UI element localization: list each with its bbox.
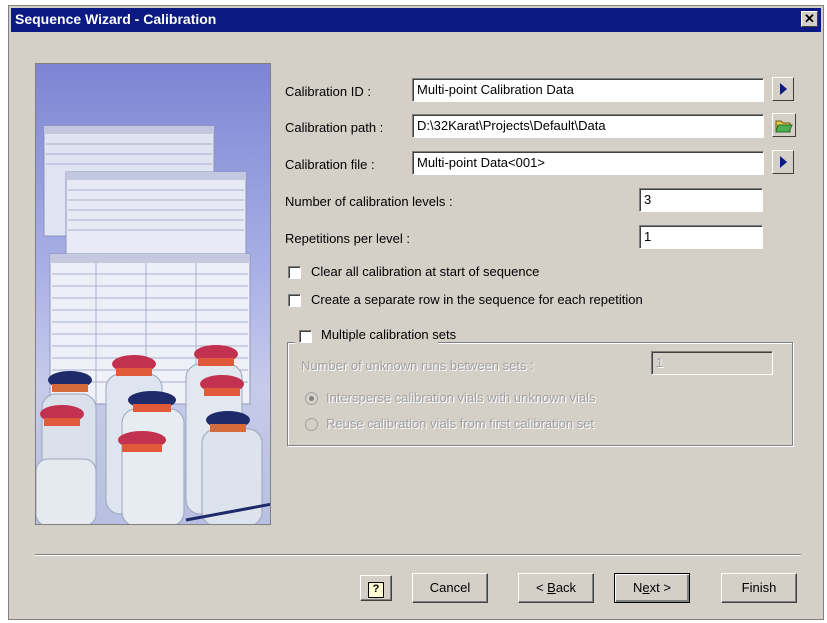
clear-all-label: Clear all calibration at start of sequen…: [311, 264, 540, 279]
repetitions-field[interactable]: 1: [639, 225, 763, 249]
arrow-right-icon: [780, 83, 787, 95]
calibration-id-browse-button[interactable]: [772, 77, 794, 101]
wizard-window: Sequence Wizard - Calibration ✕ Calibrat…: [8, 5, 824, 620]
window-title: Sequence Wizard - Calibration: [15, 11, 217, 27]
arrow-right-icon: [780, 156, 787, 168]
calibration-file-field[interactable]: Multi-point Data<001>: [412, 151, 764, 175]
close-button[interactable]: ✕: [801, 11, 818, 27]
calibration-path-field[interactable]: D:\32Karat\Projects\Default\Data: [412, 114, 764, 138]
next-mnemonic: e: [642, 580, 650, 595]
reuse-radio[interactable]: [305, 418, 318, 431]
wizard-illustration: [35, 63, 271, 525]
calibration-levels-field[interactable]: 3: [639, 188, 763, 212]
calibration-id-field[interactable]: Multi-point Calibration Data: [412, 78, 764, 102]
reuse-label: Reuse calibration vials from first calib…: [326, 416, 595, 431]
clear-all-checkbox[interactable]: [288, 266, 301, 279]
folder-open-icon: [775, 120, 793, 133]
footer-divider: [35, 554, 801, 556]
next-button[interactable]: Next >: [614, 573, 690, 603]
unknown-runs-label: Number of unknown runs between sets :: [301, 358, 534, 373]
calibration-vials-image: [36, 125, 270, 524]
help-button[interactable]: ?: [360, 575, 392, 601]
multiple-sets-label: Multiple calibration sets: [321, 327, 457, 342]
calibration-id-label: Calibration ID :: [285, 84, 371, 99]
close-icon: ✕: [804, 11, 815, 26]
finish-button[interactable]: Finish: [721, 573, 797, 603]
separate-row-checkbox[interactable]: [288, 294, 301, 307]
repetitions-label: Repetitions per level :: [285, 231, 411, 246]
separate-row-label: Create a separate row in the sequence fo…: [311, 292, 643, 307]
next-prefix: N: [633, 580, 643, 595]
title-bar: Sequence Wizard - Calibration ✕: [11, 8, 821, 32]
calibration-path-label: Calibration path :: [285, 120, 384, 135]
calibration-levels-label: Number of calibration levels :: [285, 194, 453, 209]
intersperse-radio[interactable]: [305, 392, 318, 405]
calibration-file-browse-button[interactable]: [772, 150, 794, 174]
calibration-file-label: Calibration file :: [285, 157, 375, 172]
unknown-runs-field[interactable]: 1: [651, 351, 773, 375]
back-rest: ack: [555, 580, 577, 595]
multiple-sets-checkbox[interactable]: [299, 330, 312, 343]
back-button[interactable]: < Back: [518, 573, 594, 603]
back-prefix: <: [535, 580, 548, 595]
multiple-sets-header: Multiple calibration sets: [295, 326, 456, 346]
next-rest: xt >: [649, 580, 671, 595]
cancel-button[interactable]: Cancel: [412, 573, 488, 603]
back-mnemonic: B: [547, 580, 556, 595]
intersperse-label: Intersperse calibration vials with unkno…: [326, 390, 596, 405]
help-icon: ?: [368, 582, 384, 598]
calibration-path-browse-button[interactable]: [772, 113, 796, 137]
